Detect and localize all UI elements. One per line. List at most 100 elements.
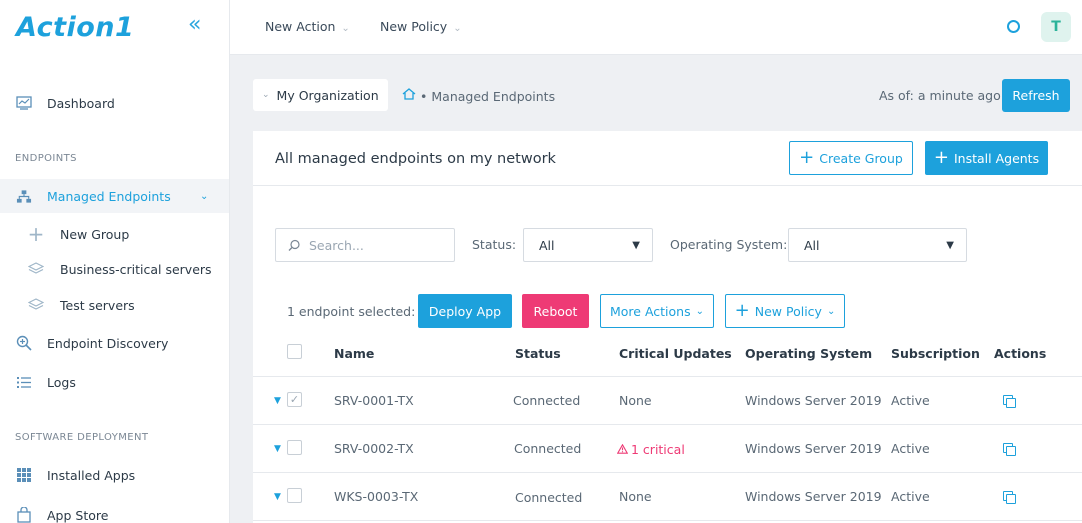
sidebar-item-label: Dashboard — [47, 95, 115, 111]
selection-count: 1 endpoint selected: — [287, 304, 416, 319]
plus-icon: + — [734, 300, 750, 321]
deploy-app-button[interactable]: Deploy App — [418, 294, 512, 328]
cell-name[interactable]: SRV-0001-TX — [334, 393, 414, 408]
sidebar-item-test-servers[interactable]: Test servers — [0, 288, 229, 322]
plus-icon: + — [27, 222, 45, 246]
menu-new-policy[interactable]: New Policy ⌄ — [380, 19, 462, 34]
cell-subscription: Active — [891, 489, 930, 504]
critical-count: 1 critical — [631, 442, 685, 457]
breadcrumb-current: Managed Endpoints — [431, 88, 556, 104]
endpoints-panel: All managed endpoints on my network + Cre… — [253, 131, 1082, 523]
cell-name[interactable]: SRV-0002-TX — [334, 441, 414, 456]
copy-icon[interactable] — [1003, 395, 1016, 408]
chevron-down-icon: ⌄ — [262, 90, 270, 100]
sidebar-item-label: Logs — [47, 374, 76, 390]
organization-label: My Organization — [276, 87, 379, 103]
cell-critical-updates: None — [619, 393, 652, 408]
row-checkbox[interactable]: ✓ — [287, 392, 302, 407]
breadcrumb: • Managed Endpoints — [402, 88, 555, 104]
top-bar: New Action ⌄ New Policy ⌄ T — [230, 0, 1082, 55]
select-all-checkbox[interactable] — [287, 344, 302, 359]
section-software-deployment: SOFTWARE DEPLOYMENT — [15, 432, 149, 443]
sidebar-item-label: Endpoint Discovery — [47, 335, 169, 351]
sidebar-item-dashboard[interactable]: Dashboard — [0, 86, 229, 120]
sidebar-item-label: Test servers — [60, 297, 135, 313]
column-header-critical-updates[interactable]: Critical Updates — [619, 346, 732, 361]
status-filter-label: Status: — [472, 237, 517, 252]
row-checkbox[interactable] — [287, 488, 302, 503]
divider — [253, 424, 1082, 425]
row-checkbox[interactable] — [287, 440, 302, 455]
sidebar-item-endpoint-discovery[interactable]: Endpoint Discovery — [0, 326, 229, 360]
copy-icon[interactable] — [1003, 443, 1016, 456]
chevron-down-icon: ⌄ — [826, 305, 836, 317]
cell-subscription: Active — [891, 441, 930, 456]
page-title: All managed endpoints on my network — [275, 151, 556, 167]
expand-row-icon[interactable]: ▼ — [274, 492, 281, 502]
create-group-button[interactable]: + Create Group — [789, 141, 913, 175]
cell-operating-system: Windows Server 2019 — [745, 393, 882, 408]
button-label: Create Group — [819, 150, 903, 166]
home-icon[interactable] — [402, 88, 416, 104]
cell-critical-updates: 1 critical — [616, 442, 685, 457]
cell-name[interactable]: WKS-0003-TX — [334, 489, 418, 504]
section-endpoints: ENDPOINTS — [15, 153, 77, 164]
menu-label: New Policy — [380, 19, 448, 34]
button-label: More Actions — [609, 303, 691, 319]
double-chevron-left-icon[interactable]: « — [188, 14, 201, 36]
sidebar-item-installed-apps[interactable]: Installed Apps — [0, 458, 229, 492]
chevron-down-icon: ⌄ — [695, 305, 704, 317]
avatar[interactable]: T — [1041, 12, 1071, 42]
layers-icon — [28, 261, 44, 277]
network-icon — [16, 188, 32, 204]
status-select[interactable]: All ▼ — [523, 228, 653, 262]
expand-row-icon[interactable]: ▼ — [274, 396, 281, 406]
column-header-operating-system[interactable]: Operating System — [745, 346, 872, 361]
os-filter-label: Operating System: — [670, 237, 788, 252]
organization-selector[interactable]: ⌄ My Organization — [253, 79, 388, 111]
sidebar-item-label: Managed Endpoints — [47, 188, 171, 204]
search-input[interactable]: Search... — [275, 228, 455, 262]
menu-label: New Action — [265, 19, 336, 34]
cell-critical-updates: None — [619, 489, 652, 504]
refresh-button[interactable]: Refresh — [1002, 79, 1070, 112]
sidebar-item-business-critical[interactable]: Business-critical servers — [0, 252, 229, 286]
search-icon[interactable] — [1007, 20, 1020, 33]
bag-icon — [16, 507, 32, 523]
more-actions-button[interactable]: More Actions ⌄ — [600, 294, 714, 328]
column-header-name[interactable]: Name — [334, 346, 374, 361]
expand-row-icon[interactable]: ▼ — [274, 444, 281, 454]
last-updated-text: As of: a minute ago — [879, 88, 1001, 103]
sidebar-item-logs[interactable]: Logs — [0, 365, 229, 399]
chevron-down-icon: ▼ — [946, 239, 954, 251]
cell-subscription: Active — [891, 393, 930, 408]
reboot-button[interactable]: Reboot — [522, 294, 589, 328]
cell-status: Connected — [515, 490, 583, 505]
sidebar-item-managed-endpoints[interactable]: Managed Endpoints ⌄ — [0, 179, 229, 213]
sidebar-item-new-group[interactable]: + New Group — [0, 217, 229, 251]
os-select[interactable]: All ▼ — [788, 228, 967, 262]
menu-new-action[interactable]: New Action ⌄ — [265, 19, 350, 34]
plus-icon: + — [933, 147, 949, 168]
cell-operating-system: Windows Server 2019 — [745, 441, 882, 456]
copy-icon[interactable] — [1003, 491, 1016, 504]
column-header-subscription[interactable]: Subscription — [891, 346, 980, 361]
divider — [253, 472, 1082, 473]
column-header-actions: Actions — [994, 346, 1047, 361]
grid-icon — [16, 467, 32, 483]
plus-icon: + — [799, 147, 815, 168]
column-header-status[interactable]: Status — [515, 346, 561, 361]
sidebar-item-label: Installed Apps — [47, 467, 136, 483]
search-zoom-icon — [16, 335, 32, 351]
chevron-down-icon: ⌄ — [453, 23, 462, 34]
sidebar-item-app-store[interactable]: App Store — [0, 498, 229, 523]
dashboard-icon — [16, 95, 32, 111]
new-policy-button[interactable]: + New Policy ⌄ — [725, 294, 845, 328]
sidebar-item-label: New Group — [60, 226, 130, 242]
button-label: New Policy — [754, 303, 822, 319]
divider — [253, 376, 1082, 377]
panel-header: All managed endpoints on my network + Cre… — [253, 131, 1082, 186]
layers-icon — [28, 297, 44, 313]
button-label: Install Agents — [953, 150, 1040, 166]
install-agents-button[interactable]: + Install Agents — [925, 141, 1048, 175]
